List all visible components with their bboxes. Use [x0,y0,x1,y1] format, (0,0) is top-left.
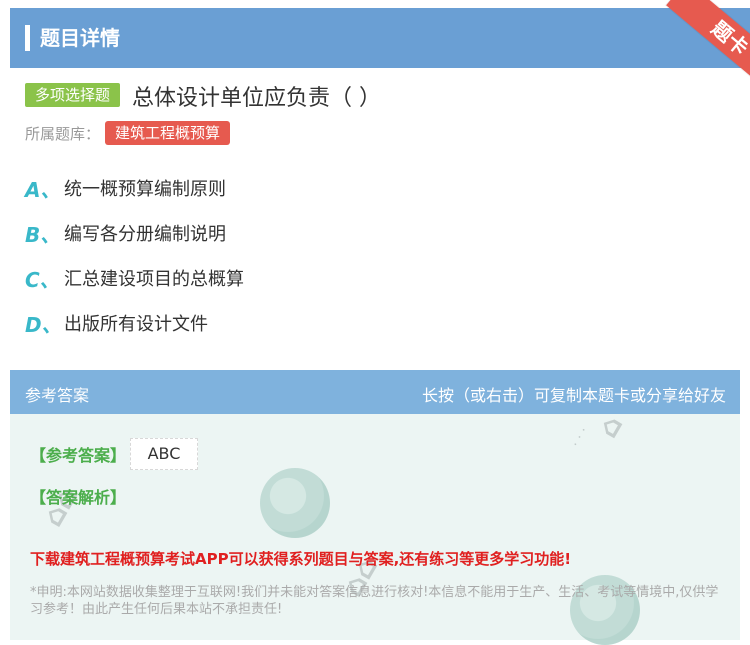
option-text: 汇总建设项目的总概算 [64,269,244,290]
option-letter: A、 [25,178,61,202]
option-text: 编写各分册编制说明 [64,224,226,245]
watermark-mark: ⌂ [590,409,630,444]
answer-panel: ⌂⌂ ⌂⌂ ⌂ · · · 参考答案 长按（或右击）可复制本题卡或分享给好友 【… [10,370,740,645]
option-letter: D、 [25,313,62,337]
page-title: 题目详情 [40,26,120,50]
option-text: 出版所有设计文件 [64,314,208,335]
app-download-promo[interactable]: 下载建筑工程概预算考试APP可以获得系列题目与答案,还有练习等更多学习功能! [30,548,571,569]
watermark-logo-icon [260,468,330,538]
disclaimer-text: *申明:本网站数据收集整理于互联网!我们并未能对答案信息进行核对!本信息不能用于… [30,585,719,617]
corner-ribbon: 题卡 [630,0,750,90]
explanation-label: 【答案解析】 [30,488,127,507]
corner-tag: 题卡 [666,0,750,90]
answer-label: 【参考答案】 [30,446,127,465]
question-text: 总体设计单位应负责（ ） [132,86,381,111]
watermark-mark: · · · [568,424,592,451]
answer-value[interactable]: ABC [130,438,198,470]
answer-header: 参考答案 长按（或右击）可复制本题卡或分享给好友 [10,370,740,414]
question-type-badge: 多项选择题 [25,83,121,107]
share-hint: 长按（或右击）可复制本题卡或分享给好友 [421,386,726,405]
option-letter: B、 [25,223,61,247]
bank-label: 所属题库： [25,125,101,143]
option-letter: C、 [25,268,60,292]
header-accent-bar [25,25,30,51]
bank-name-badge[interactable]: 建筑工程概预算 [105,121,231,145]
option-text: 统一概预算编制原则 [64,179,226,200]
answer-section-title: 参考答案 [25,386,90,405]
